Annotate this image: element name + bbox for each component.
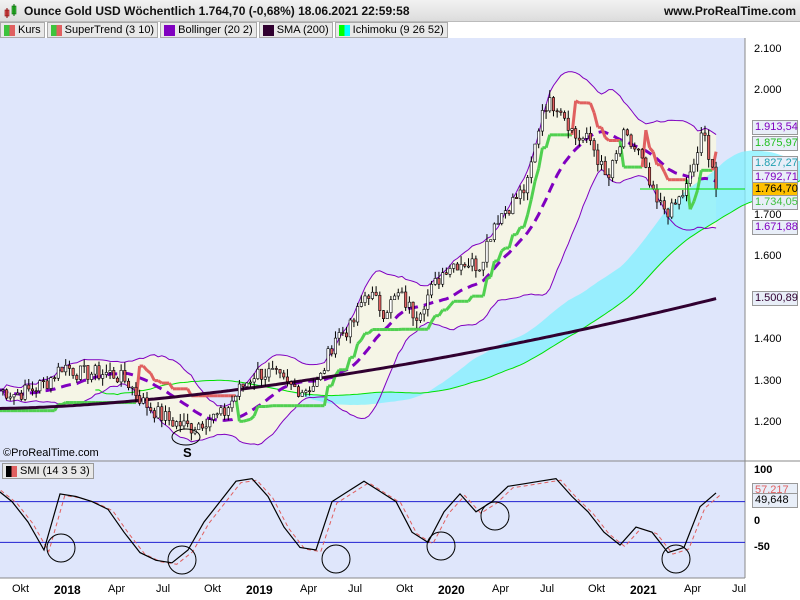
x-axis-label: Okt (396, 583, 414, 595)
candle (489, 239, 493, 242)
supertrend-segment (486, 275, 492, 280)
price-chart[interactable] (0, 0, 800, 600)
annotation-s: S (183, 445, 192, 460)
price-tag: 1.875,97 (752, 135, 798, 151)
candle (78, 365, 82, 381)
legend-swatch (4, 24, 15, 36)
price-tag: 1.827,27 (752, 156, 798, 171)
legend-swatch (164, 24, 176, 36)
smi-panel[interactable] (0, 461, 745, 578)
legend-label: Bollinger (20 2) (178, 24, 253, 36)
smi-axis-label: -50 (754, 540, 770, 553)
candlestick-logo-icon (4, 4, 17, 18)
x-axis-label: Okt (588, 583, 606, 595)
x-axis-label: Apr (684, 583, 702, 595)
price-tag: 1.734,05 (752, 194, 798, 210)
candle (319, 372, 323, 381)
x-axis-label: Jul (540, 583, 555, 595)
legend-item[interactable]: SuperTrend (3 10) (46, 22, 159, 38)
candle (644, 156, 648, 169)
site-link[interactable]: www.ProRealTime.com (664, 4, 796, 18)
x-axis-label: Okt (12, 583, 30, 595)
candle (492, 222, 496, 243)
candle (297, 384, 301, 398)
candle (326, 345, 330, 372)
legend-label: SMA (200) (276, 24, 329, 36)
smi-axis-label: 0 (754, 515, 761, 527)
supertrend-segment (242, 418, 248, 423)
supertrend-segment (61, 401, 67, 406)
x-axis-label: Jul (348, 583, 363, 595)
legend-swatch (338, 24, 350, 36)
price-tag: 1.500,89 (752, 291, 798, 307)
x-axis-label: Okt (204, 583, 222, 595)
supertrend-segment (574, 99, 581, 105)
smi-legend[interactable]: SMI (14 3 5 3) (2, 463, 94, 479)
candle (622, 127, 626, 149)
legend-label: Ichimoku (9 26 52) (352, 24, 444, 36)
candle (629, 133, 633, 149)
x-axis-label: 2018 (54, 583, 81, 597)
candle (640, 148, 644, 159)
price-axis-label: 2.100 (754, 43, 782, 55)
price-axis-label: 1.300 (754, 374, 782, 387)
copyright: ©ProRealTime.com (3, 447, 99, 459)
candle (500, 213, 504, 226)
x-axis-label: Apr (300, 583, 318, 595)
price-tag: 1.913,54 (752, 120, 798, 136)
smi-tag: 49,648 (752, 492, 798, 508)
price-axis-label: 1.700 (754, 208, 782, 221)
smi-label: SMI (14 3 5 3) (20, 465, 90, 477)
price-axis-label: 1.200 (754, 415, 782, 428)
price-tag: 1.671,88 (752, 220, 798, 236)
title-bar: Ounce Gold USD Wöchentlich 1.764,70 (-0,… (0, 0, 800, 22)
candle (625, 128, 629, 137)
legend-swatch (262, 24, 274, 36)
smi-axis-label: 100 (754, 464, 773, 476)
chart-title: Ounce Gold USD Wöchentlich 1.764,70 (-0,… (24, 4, 410, 18)
x-axis-label: 2021 (630, 583, 657, 597)
smi-swatch (6, 465, 17, 477)
x-axis-label: 2019 (246, 583, 273, 597)
x-axis-label: Apr (108, 583, 126, 595)
x-axis-label: 2020 (438, 583, 465, 597)
x-axis-label: Apr (492, 583, 510, 595)
legend-item[interactable]: Kurs (0, 22, 45, 38)
candle (5, 388, 9, 400)
legend-label: SuperTrend (3 10) (64, 24, 155, 36)
price-axis-label: 1.400 (754, 333, 782, 346)
indicator-legend: Kurs SuperTrend (3 10) Bollinger (20 2) SMA… (0, 22, 448, 38)
price-axis-label: 1.600 (754, 250, 782, 263)
candle (245, 382, 249, 388)
supertrend-segment (246, 417, 251, 422)
legend-label: Kurs (18, 24, 41, 36)
legend-swatch (50, 24, 62, 36)
x-axis-label: Jul (732, 583, 747, 595)
supertrend-segment (157, 379, 163, 385)
legend-item[interactable]: SMA (200) (258, 22, 333, 38)
legend-item[interactable]: Ichimoku (9 26 52) (334, 22, 448, 38)
candle (533, 143, 537, 163)
legend-item[interactable]: Bollinger (20 2) (160, 22, 257, 38)
x-axis-label: Jul (156, 583, 171, 595)
candle (234, 395, 238, 402)
price-axis-label: 2.000 (754, 84, 782, 97)
candle (710, 159, 714, 168)
candle (60, 366, 64, 373)
